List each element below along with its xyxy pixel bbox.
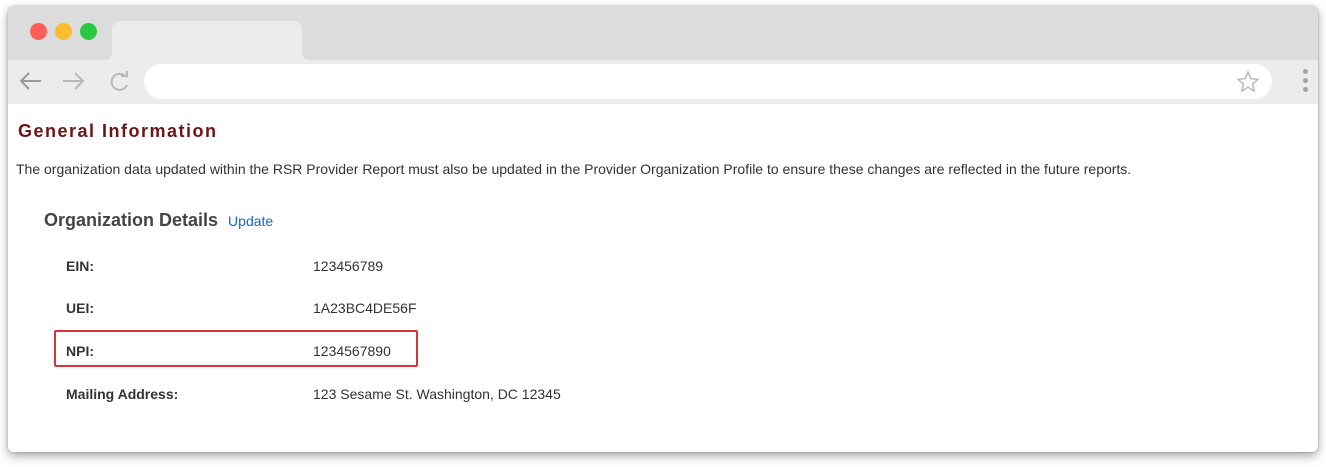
uei-label: UEI: [66,300,94,316]
forward-button[interactable] [58,66,88,96]
browser-toolbar [8,60,1318,104]
browser-menu-button[interactable] [1298,66,1312,98]
update-link[interactable]: Update [228,213,273,229]
reload-icon [110,71,128,91]
arrow-left-icon [19,72,41,90]
page-title: General Information [18,121,218,141]
intro-text: The organization data updated within the… [16,161,1132,177]
address-bar[interactable] [144,64,1272,99]
arrow-right-icon [63,72,85,90]
reload-button[interactable] [104,66,134,96]
section-title: Organization Details [44,210,219,230]
page-content: General Information The organization dat… [8,104,1318,452]
browser-window: General Information The organization dat… [8,6,1318,452]
uei-value: 1A23BC4DE56F [313,300,417,316]
minimize-window-button[interactable] [55,23,72,40]
organization-details-header: Organization Details Update [44,210,273,231]
npi-value: 1234567890 [313,343,391,359]
npi-label: NPI: [66,343,94,359]
tab-strip [8,6,1318,61]
ein-value: 123456789 [313,258,384,274]
maximize-window-button[interactable] [80,23,97,40]
bookmark-star-icon[interactable] [1236,70,1260,94]
back-button[interactable] [16,66,46,96]
mailing-address-value: 123 Sesame St. Washington, DC 12345 [313,386,561,402]
ein-label: EIN: [66,258,94,274]
browser-tab[interactable] [102,21,312,61]
close-window-button[interactable] [30,23,47,40]
mailing-address-label: Mailing Address: [66,386,179,402]
